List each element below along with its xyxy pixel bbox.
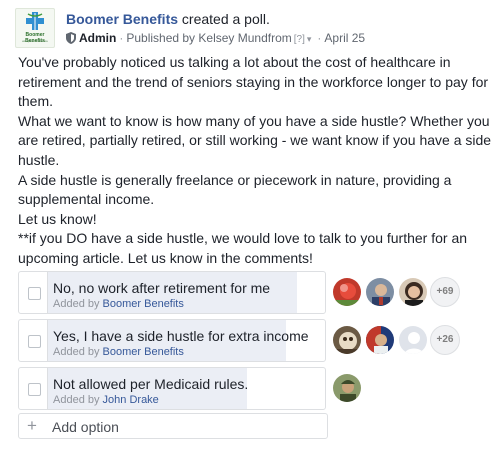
divider — [47, 272, 48, 313]
info-tag[interactable]: [?] — [292, 34, 307, 45]
admin-shield-icon — [66, 32, 76, 48]
post-meta: Admin · Published by Kelsey Mundfrom [?] ▾ · A… — [66, 30, 365, 48]
published-by-text[interactable]: Published by Kelsey Mundfrom — [126, 31, 291, 45]
poll-option-checkbox[interactable] — [28, 287, 41, 300]
added-by-link[interactable]: John Drake — [103, 394, 159, 406]
poll-option: Not allowed per Medicaid rules. Added by… — [18, 367, 488, 410]
voter-avatar[interactable] — [332, 373, 362, 403]
logo-tagline: we speak medicare — [22, 39, 48, 43]
poll-option: Yes, I have a side hustle for extra inco… — [18, 319, 488, 362]
post-paragraph: A side hustle is generally freelance or … — [18, 171, 452, 208]
post-paragraph: You've probably noticed us talking a lot… — [18, 54, 489, 110]
voter-avatar[interactable] — [365, 277, 395, 307]
added-by-prefix: Added by — [53, 394, 100, 406]
poll-option-added-by: Added by John Drake — [53, 394, 159, 407]
more-voters-count[interactable]: +26 — [430, 325, 460, 355]
poll-option-added-by: Added by Boomer Benefits — [53, 346, 184, 359]
poll-option: No, no work after retirement for me Adde… — [18, 271, 488, 314]
post-paragraph: Let us know! — [18, 210, 97, 227]
poll-option-box[interactable]: No, no work after retirement for me Adde… — [18, 271, 326, 314]
post-paragraph: What we want to know is how many of you … — [18, 112, 492, 168]
post-title-line: Boomer Benefits created a poll. — [66, 10, 270, 28]
medical-caduceus-icon — [26, 12, 44, 30]
post-body: You've probably noticed us talking a lot… — [18, 53, 496, 269]
add-option-field[interactable]: + Add option — [18, 413, 328, 439]
meta-separator: · — [119, 31, 124, 45]
poll-options: No, no work after retirement for me Adde… — [18, 271, 488, 439]
divider — [47, 368, 48, 409]
poll-option-checkbox[interactable] — [28, 335, 41, 348]
voter-avatar[interactable] — [398, 325, 428, 355]
poll-option-box[interactable]: Yes, I have a side hustle for extra inco… — [18, 319, 326, 362]
poll-option-box[interactable]: Not allowed per Medicaid rules. Added by… — [18, 367, 326, 410]
plus-icon: + — [27, 416, 37, 435]
voter-avatar[interactable] — [365, 325, 395, 355]
voter-avatar[interactable] — [398, 277, 428, 307]
admin-label: Admin — [79, 31, 117, 45]
voter-avatar[interactable] — [332, 325, 362, 355]
added-by-prefix: Added by — [53, 298, 100, 310]
add-option-placeholder: Add option — [52, 419, 119, 435]
meta-separator: · — [317, 31, 322, 45]
page-logo[interactable]: Boomer Benefits we speak medicare — [15, 8, 55, 48]
poll-option-added-by: Added by Boomer Benefits — [53, 298, 184, 311]
added-by-link[interactable]: Boomer Benefits — [103, 298, 184, 310]
post-paragraph: **if you DO have a side hustle, we would… — [18, 230, 468, 266]
post-header: Boomer Benefits we speak medicare Boomer… — [15, 8, 493, 50]
voter-avatar[interactable] — [332, 277, 362, 307]
added-by-prefix: Added by — [53, 346, 100, 358]
poll-option-label: No, no work after retirement for me — [53, 280, 271, 296]
post-date[interactable]: April 25 — [324, 31, 365, 45]
added-by-link[interactable]: Boomer Benefits — [103, 346, 184, 358]
page-name-link[interactable]: Boomer Benefits — [66, 11, 178, 27]
poll-option-checkbox[interactable] — [28, 383, 41, 396]
poll-option-label: Yes, I have a side hustle for extra inco… — [53, 328, 309, 344]
divider — [47, 320, 48, 361]
post-action-text: created a poll. — [181, 11, 270, 27]
more-voters-count[interactable]: +69 — [430, 277, 460, 307]
poll-option-label: Not allowed per Medicaid rules. — [53, 376, 249, 392]
